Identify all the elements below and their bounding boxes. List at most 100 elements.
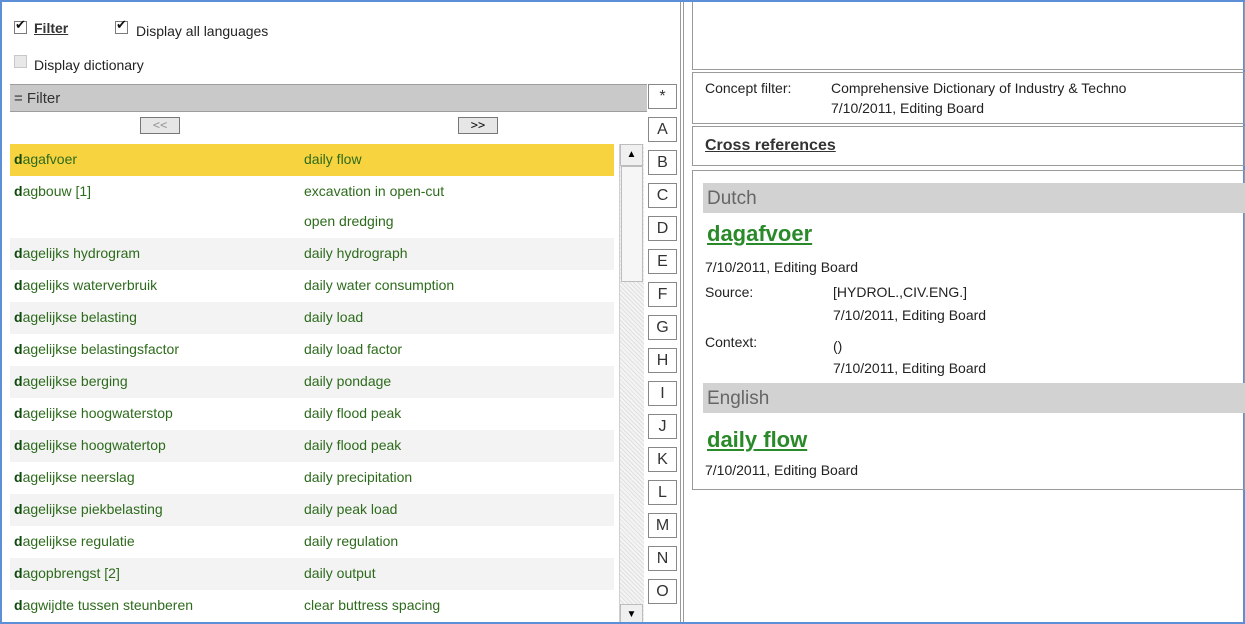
list-item-initial: d	[14, 501, 23, 517]
list-item-initial: d	[14, 437, 23, 453]
list-item-rest: agelijkse belasting	[22, 309, 137, 325]
list-item[interactable]: dagelijkse neerslag daily precipitation	[10, 462, 614, 494]
list-item-initial: d	[14, 373, 23, 389]
list-item[interactable]: dagelijkse hoogwatertop daily flood peak	[10, 430, 614, 462]
letter-index-e[interactable]: E	[648, 249, 677, 274]
list-item-initial: d	[14, 309, 23, 325]
list-item-initial: d	[14, 341, 23, 357]
list-item-initial: d	[14, 533, 23, 549]
list-item-rest: agwijdte tussen steunberen	[22, 597, 194, 613]
english-language-bar: English	[703, 383, 1245, 413]
list-item-source-term: dagelijkse hoogwatertop	[14, 437, 166, 453]
dutch-language-bar: Dutch	[703, 183, 1245, 213]
list-item-initial: d	[14, 405, 23, 421]
filter-checkbox[interactable]	[14, 18, 27, 34]
letter-index-o[interactable]: O	[648, 579, 677, 604]
list-item-source-term: dagopbrengst [2]	[14, 565, 120, 581]
list-scrollbar[interactable]: ▲ ▼	[619, 144, 644, 622]
list-item[interactable]: dagelijks waterverbruik daily water consu…	[10, 270, 614, 302]
letter-index-h[interactable]: H	[648, 348, 677, 373]
letter-index-d[interactable]: D	[648, 216, 677, 241]
list-item-translation: open dredging	[304, 213, 394, 229]
letter-index-c[interactable]: C	[648, 183, 677, 208]
scroll-thumb[interactable]	[621, 166, 643, 282]
letter-index-b[interactable]: B	[648, 150, 677, 175]
list-item[interactable]: dagelijkse hoogwaterstop daily flood peak	[10, 398, 614, 430]
display-all-languages-checkbox[interactable]	[115, 18, 128, 34]
list-item-rest: agelijkse hoogwatertop	[22, 437, 166, 453]
dutch-term-meta: 7/10/2011, Editing Board	[705, 259, 859, 275]
next-page-button[interactable]: >>	[458, 117, 498, 134]
list-item[interactable]: dagopbrengst [2] daily output	[10, 558, 614, 590]
list-item-translation: daily hydrograph	[304, 245, 408, 261]
context-value: ()	[833, 338, 843, 354]
letter-index-a[interactable]: A	[648, 117, 677, 142]
list-item[interactable]: dagelijkse regulatie daily regulation	[10, 526, 614, 558]
list-item-initial: d	[14, 183, 23, 199]
list-item[interactable]: dagwijdte tussen steunberen clear buttres…	[10, 590, 614, 622]
english-term-link[interactable]: daily flow	[707, 427, 807, 453]
filter-link[interactable]: Filter	[34, 20, 68, 36]
concept-filter-meta: 7/10/2011, Editing Board	[831, 100, 985, 116]
list-item[interactable]: dagafvoer daily flow	[10, 144, 614, 176]
list-item-source-term: dagbouw [1]	[14, 183, 91, 199]
list-item-rest: agbouw [1]	[22, 183, 92, 199]
list-item-rest: agelijks waterverbruik	[22, 277, 158, 293]
list-item-translation: daily flood peak	[304, 437, 402, 453]
scroll-down-arrow-icon[interactable]: ▼	[620, 604, 643, 622]
list-item-translation: daily load factor	[304, 341, 403, 357]
letter-index-all[interactable]: *	[648, 84, 677, 109]
display-dictionary-checkbox[interactable]	[14, 55, 27, 68]
list-item-source-term: dagelijkse neerslag	[14, 469, 135, 485]
list-item[interactable]: dagelijkse belasting daily load	[10, 302, 614, 334]
letter-index-n[interactable]: N	[648, 546, 677, 571]
list-item-rest: agelijkse neerslag	[22, 469, 135, 485]
letter-index-i[interactable]: I	[648, 381, 677, 406]
term-list: dagafvoer daily flow dagbouw [1] excavation…	[10, 144, 614, 622]
list-item-initial: d	[14, 151, 23, 167]
filter-bar: = Filter	[10, 84, 647, 112]
display-all-languages-label: Display all languages	[136, 23, 269, 39]
letter-index-g[interactable]: G	[648, 315, 677, 340]
list-item-translation: clear buttress spacing	[304, 597, 441, 613]
right-header	[692, 2, 1245, 70]
list-item[interactable]: dagbouw [1] excavation in open-cut open dr…	[10, 176, 614, 238]
list-item-translation: excavation in open-cut	[304, 183, 445, 199]
context-meta: 7/10/2011, Editing Board	[833, 360, 987, 376]
cross-references-link[interactable]: Cross references	[705, 137, 836, 155]
right-panel: Concept filter: Comprehensive Dictionary…	[692, 2, 1245, 622]
scroll-up-arrow-icon[interactable]: ▲	[620, 144, 643, 166]
list-item-initial: d	[14, 469, 23, 485]
list-item-rest: agelijkse piekbelasting	[22, 501, 163, 517]
letter-index-m[interactable]: M	[648, 513, 677, 538]
list-item-rest: agelijkse hoogwaterstop	[22, 405, 173, 421]
letter-index-j[interactable]: J	[648, 414, 677, 439]
concept-filter-section: Concept filter: Comprehensive Dictionary…	[692, 72, 1245, 124]
filter-bar-label: = Filter	[14, 90, 61, 107]
list-item-translation: daily regulation	[304, 533, 399, 549]
letter-index-f[interactable]: F	[648, 282, 677, 307]
list-item[interactable]: dagelijkse belastingsfactor daily load fa…	[10, 334, 614, 366]
dutch-language-label: Dutch	[707, 188, 757, 209]
left-panel: Filter Display all languages Display dic…	[2, 2, 680, 622]
list-item-initial: d	[14, 245, 23, 261]
list-item[interactable]: dagelijks hydrogram daily hydrograph	[10, 238, 614, 270]
prev-page-button[interactable]: <<	[140, 117, 180, 134]
dutch-term-link[interactable]: dagafvoer	[707, 221, 812, 247]
list-item-translation: daily pondage	[304, 373, 392, 389]
list-item-rest: agelijks hydrogram	[22, 245, 141, 261]
list-item-initial: d	[14, 565, 23, 581]
source-value: [HYDROL.,CIV.ENG.]	[833, 284, 968, 300]
letter-index-l[interactable]: L	[648, 480, 677, 505]
list-item-rest: agafvoer	[22, 151, 78, 167]
panel-divider	[680, 2, 681, 622]
list-item-source-term: dagelijkse belasting	[14, 309, 137, 325]
list-item-source-term: dagelijks hydrogram	[14, 245, 140, 261]
list-item[interactable]: dagelijkse berging daily pondage	[10, 366, 614, 398]
list-item-source-term: dagelijkse belastingsfactor	[14, 341, 179, 357]
letter-index-k[interactable]: K	[648, 447, 677, 472]
list-item-translation: daily output	[304, 565, 376, 581]
list-item-source-term: dagelijkse regulatie	[14, 533, 135, 549]
list-item[interactable]: dagelijkse piekbelasting daily peak load	[10, 494, 614, 526]
list-item-translation: daily flood peak	[304, 405, 402, 421]
